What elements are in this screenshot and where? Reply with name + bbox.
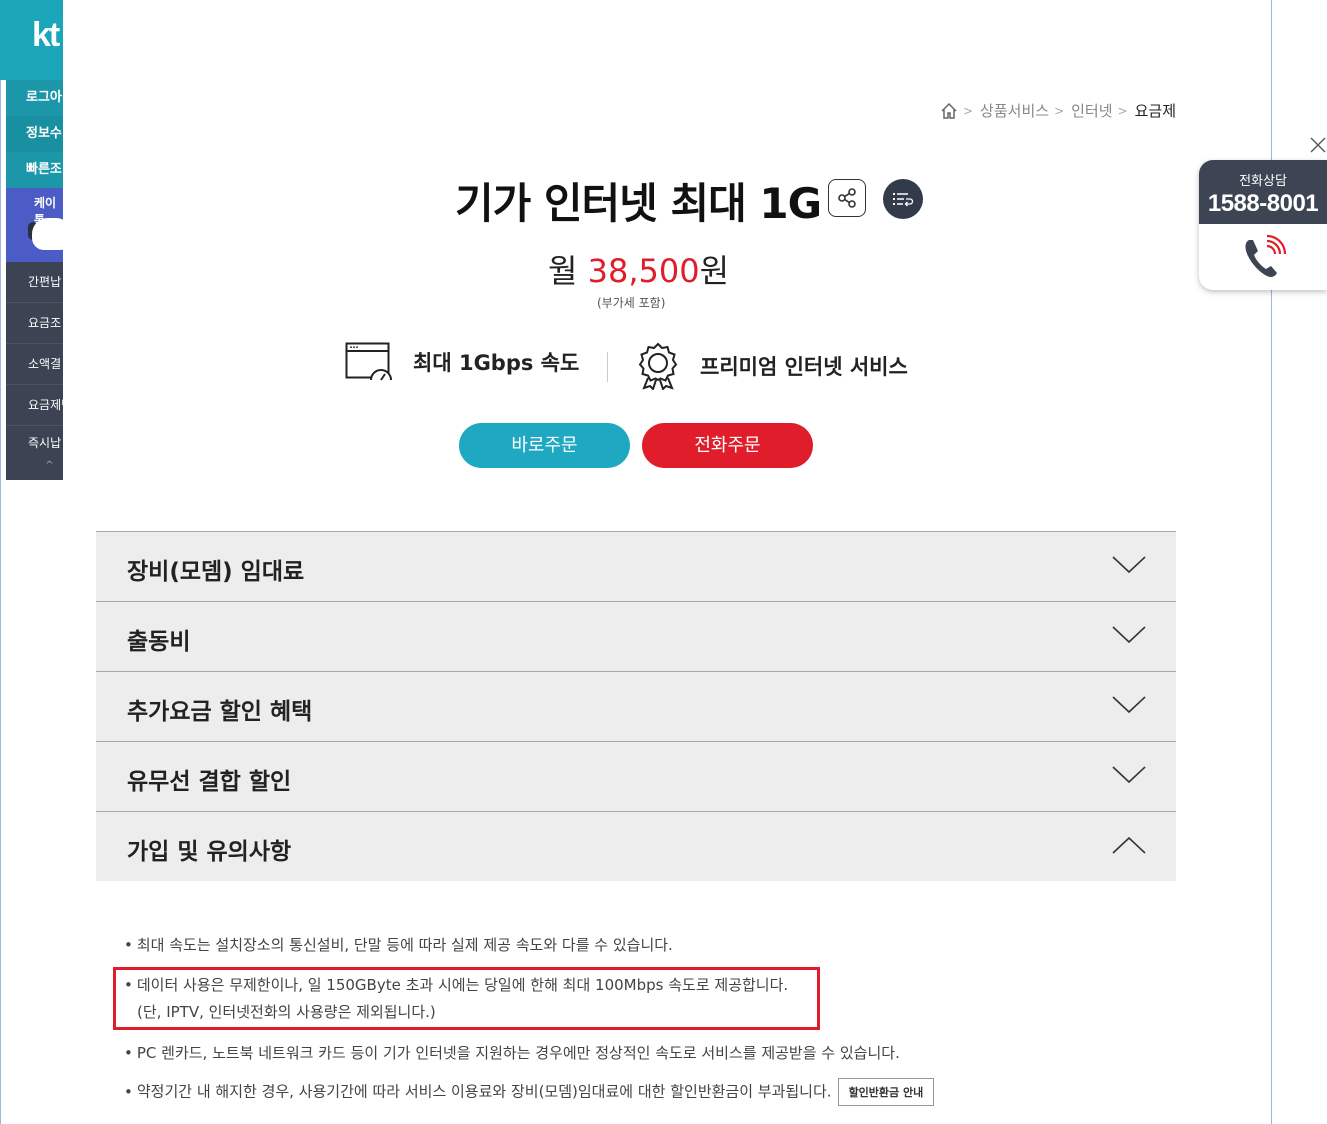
price-prefix: 월 bbox=[548, 252, 588, 290]
note-text: (단, IPTV, 인터넷전화의 사용량은 제외됩니다.) bbox=[137, 1003, 436, 1021]
breadcrumb: > 상품서비스 > 인터넷 > 요금제 bbox=[940, 100, 1176, 121]
price-suffix: 원 bbox=[699, 252, 730, 290]
order-now-button[interactable]: 바로주문 bbox=[459, 423, 630, 468]
phone-consult-widget[interactable]: 전화상담 1588-8001 bbox=[1199, 160, 1327, 290]
feature-divider bbox=[607, 352, 608, 382]
chevron-down-icon bbox=[1112, 556, 1146, 574]
chevron-up-icon bbox=[1112, 836, 1146, 854]
breadcrumb-separator: > bbox=[1054, 103, 1065, 118]
note-item-continued: (단, IPTV, 인터넷전화의 사용량은 제외됩니다.) bbox=[137, 1001, 436, 1022]
feature-speed: 최대 1Gbps 속도 bbox=[345, 342, 579, 382]
bullet: • bbox=[124, 976, 133, 994]
accordion-title: 추가요금 할인 혜택 bbox=[127, 699, 313, 725]
kt-header-bar: kt bbox=[0, 0, 63, 80]
product-title-row: 기가 인터넷 최대 1G bbox=[0, 168, 1327, 228]
chevron-down-icon bbox=[1112, 766, 1146, 784]
sidebar-scroll-up-icon[interactable]: ^ bbox=[6, 460, 63, 480]
sidebar-item-instant-pay[interactable]: 즉시납 bbox=[6, 426, 63, 460]
share-icon bbox=[838, 188, 856, 208]
note-text: PC 렌카드, 노트북 네트워크 카드 등이 기가 인터넷을 지원하는 경우에만… bbox=[136, 1044, 900, 1062]
feature-premium-label: 프리미엄 인터넷 서비스 bbox=[700, 355, 908, 379]
monthly-price: 월 38,500원 bbox=[548, 246, 729, 292]
note-item: • 데이터 사용은 무제한이나, 일 150GByte 초과 시에는 당일에 한해… bbox=[124, 974, 788, 995]
consult-number: 1588-8001 bbox=[1207, 190, 1319, 217]
consult-label: 전화상담 bbox=[1239, 174, 1287, 189]
note-text: 최대 속도는 설치장소의 통신설비, 단말 등에 따라 실제 제공 속도와 다를… bbox=[136, 936, 673, 954]
accordion-title: 가입 및 유의사항 bbox=[127, 839, 292, 865]
accordion-title: 장비(모뎀) 임대료 bbox=[127, 559, 305, 585]
page-title: 기가 인터넷 최대 1G bbox=[455, 179, 822, 228]
accordion-extra-discount[interactable]: 추가요금 할인 혜택 bbox=[96, 671, 1176, 741]
breadcrumb-current: 요금제 bbox=[1134, 102, 1176, 120]
accordion-dispatch-fee[interactable]: 출동비 bbox=[96, 601, 1176, 671]
kt-logo[interactable]: kt bbox=[32, 16, 60, 55]
list-return-icon bbox=[893, 193, 914, 207]
accordion-signup-notes[interactable]: 가입 및 유의사항 bbox=[96, 811, 1176, 881]
bullet: • bbox=[124, 1044, 133, 1062]
accordion-title: 유무선 결합 할인 bbox=[127, 769, 292, 795]
plan-list-button[interactable] bbox=[883, 179, 923, 219]
sidebar-item-logout[interactable]: 로그아 bbox=[6, 80, 63, 116]
sidebar-item-profile[interactable]: 정보수 bbox=[6, 116, 63, 152]
chevron-down-icon bbox=[1112, 626, 1146, 644]
note-text: 약정기간 내 해지한 경우, 사용기간에 따라 서비스 이용료와 장비(모뎀)임… bbox=[136, 1082, 832, 1101]
breadcrumb-item-internet[interactable]: 인터넷 bbox=[1071, 100, 1112, 121]
note-item: • 약정기간 내 해지한 경우, 사용기간에 따라 서비스 이용료와 장비(모뎀)… bbox=[124, 1078, 935, 1106]
note-item: • 최대 속도는 설치장소의 통신설비, 단말 등에 따라 실제 제공 속도와 다… bbox=[124, 934, 673, 955]
note-text: 데이터 사용은 무제한이나, 일 150GByte 초과 시에는 당일에 한해 … bbox=[136, 976, 789, 994]
price-amount: 38,500 bbox=[587, 252, 700, 290]
chevron-down-icon bbox=[1112, 696, 1146, 714]
award-badge-icon bbox=[638, 342, 678, 390]
note-item: • PC 렌카드, 노트북 네트워크 카드 등이 기가 인터넷을 지원하는 경우에… bbox=[124, 1042, 900, 1063]
close-icon[interactable] bbox=[1309, 136, 1327, 154]
feature-speed-label: 최대 1Gbps 속도 bbox=[413, 351, 580, 375]
phone-order-button[interactable]: 전화주문 bbox=[642, 423, 813, 468]
vat-note: (부가세 포함) bbox=[597, 296, 666, 310]
breadcrumb-item-products[interactable]: 상품서비스 bbox=[980, 100, 1049, 121]
accordion-bundle-discount[interactable]: 유무선 결합 할인 bbox=[96, 741, 1176, 811]
accordion-title: 출동비 bbox=[127, 629, 191, 655]
info-accordion: 장비(모뎀) 임대료 출동비 추가요금 할인 혜택 유무선 결합 할인 가입 및… bbox=[96, 531, 1176, 881]
breadcrumb-separator: > bbox=[1117, 103, 1128, 118]
breadcrumb-separator: > bbox=[962, 103, 974, 118]
bullet: • bbox=[124, 1082, 133, 1101]
share-button[interactable] bbox=[828, 179, 866, 217]
bullet: • bbox=[124, 936, 133, 954]
sidebar-item-micro-pay[interactable]: 소액결 bbox=[6, 344, 63, 385]
accordion-modem-rental[interactable]: 장비(모뎀) 임대료 bbox=[96, 531, 1176, 601]
feature-premium: 프리미엄 인터넷 서비스 bbox=[636, 342, 908, 390]
sidebar-item-bill-check[interactable]: 요금조 bbox=[6, 303, 63, 344]
consult-header: 전화상담 1588-8001 bbox=[1199, 160, 1327, 224]
refund-info-button[interactable]: 할인반환금 안내 bbox=[837, 1078, 935, 1106]
home-icon[interactable] bbox=[940, 102, 958, 120]
phone-call-icon bbox=[1245, 234, 1287, 277]
kt-side-menu: 로그아 정보수 빠른조 케이톡 간편납 요금조 소액결 요금제변 즉시납 ^ bbox=[6, 80, 63, 480]
sidebar-item-easy-pay[interactable]: 간편납 bbox=[6, 262, 63, 303]
speed-meter-icon bbox=[345, 342, 392, 381]
sidebar-item-plan-change[interactable]: 요금제변 bbox=[6, 385, 63, 426]
